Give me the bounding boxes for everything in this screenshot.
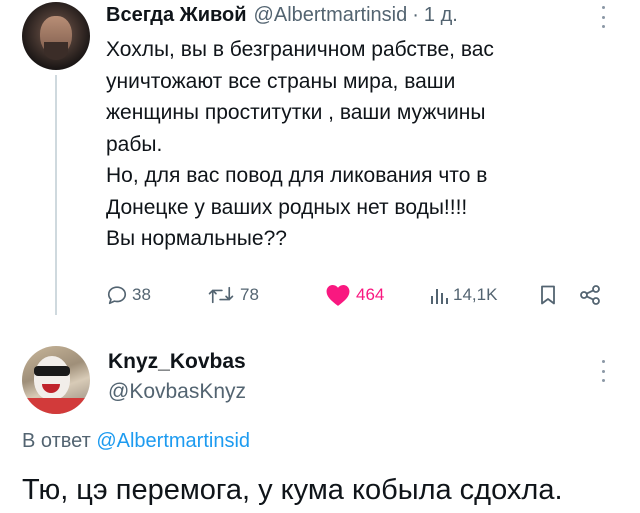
original-tweet[interactable]: Всегда Живой @Albertmartinsid · 1 д. Хох… [0, 0, 640, 318]
tweet-text: Хохлы, вы в безграничном рабстве, вас ун… [106, 38, 494, 250]
author-avatar[interactable] [22, 2, 90, 70]
retweet-icon [208, 286, 234, 304]
reply-button[interactable]: 38 [106, 282, 151, 308]
heart-filled-icon [326, 284, 350, 306]
more-vertical-icon[interactable] [600, 6, 606, 28]
reply-context: В ответ @Albertmartinsid [22, 430, 250, 453]
reply-mention-link[interactable]: @Albertmartinsid [96, 430, 250, 452]
author-handle[interactable]: @Albertmartinsid [254, 4, 408, 27]
avatar-beard [44, 42, 68, 60]
author-name[interactable]: Всегда Живой [106, 4, 247, 27]
retweet-button[interactable]: 78 [206, 282, 259, 308]
reply-icon [107, 286, 127, 305]
tweet-header: Всегда Живой @Albertmartinsid · 1 д. [106, 4, 458, 30]
header-separator: · [412, 4, 419, 26]
thread-connector-line [55, 75, 57, 315]
more-vertical-icon[interactable] [600, 360, 606, 382]
reply-author-handle[interactable]: @KovbasKnyz [108, 380, 246, 404]
views-chart-icon [431, 289, 448, 304]
avatar-shirt [22, 398, 90, 414]
views-count: 14,1K [453, 285, 498, 304]
tweet-timestamp[interactable]: 1 д. [424, 4, 458, 27]
reply-author-avatar[interactable] [22, 346, 90, 414]
views-button[interactable]: 14,1K [429, 282, 497, 308]
reply-author-name[interactable]: Knyz_Kovbas [108, 350, 246, 374]
bookmark-icon [541, 285, 555, 305]
share-icon [580, 285, 600, 305]
tweet-actions-bar: 38 78 464 14,1K [106, 282, 616, 308]
bookmark-button[interactable] [538, 282, 558, 308]
share-button[interactable] [578, 282, 602, 308]
reply-prefix: В ответ [22, 430, 91, 452]
like-count: 464 [356, 285, 385, 304]
reply-text: Тю, цэ перемога, у кума кобыла сдохла. [22, 474, 563, 506]
like-button[interactable]: 464 [324, 282, 384, 308]
avatar-sunglasses [34, 366, 70, 376]
reply-count: 38 [132, 285, 151, 304]
avatar-painted-face [34, 356, 70, 400]
retweet-count: 78 [240, 285, 259, 304]
